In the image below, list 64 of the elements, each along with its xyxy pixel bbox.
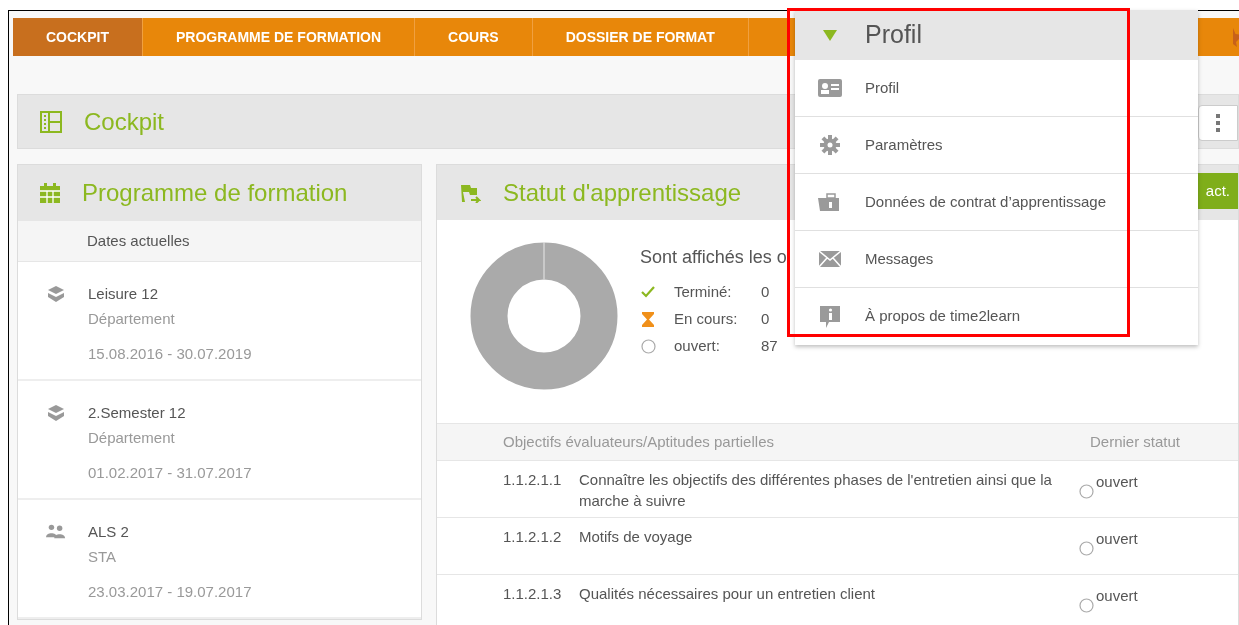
menu-item[interactable]: Paramètres <box>795 117 1198 174</box>
briefcase-icon <box>818 192 842 212</box>
mail-icon <box>819 251 841 267</box>
layers-icon <box>47 404 65 422</box>
panel-title: Programme de formation <box>82 177 348 208</box>
empty-circle-icon <box>1079 541 1094 556</box>
empty-circle-icon <box>1079 598 1094 613</box>
section-header: Dates actuelles <box>87 230 190 251</box>
row-number: 1.1.2.1.3 <box>503 584 563 604</box>
item-type: Département <box>88 428 176 448</box>
item-dates: 01.02.2017 - 31.07.2017 <box>88 463 252 483</box>
page-title: Cockpit <box>84 106 165 137</box>
menu-item[interactable]: Données de contrat d’apprentissage <box>795 174 1198 231</box>
legend-count: 0 <box>761 281 770 302</box>
table-row[interactable]: 1.1.2.1.1 Connaître les objectifs des différentes phases de l'entretien ainsi que la marche à suivre ouvert <box>437 461 1238 518</box>
empty-circle-icon <box>640 338 656 354</box>
legend-count: 87 <box>761 335 778 356</box>
hourglass-icon <box>642 311 654 327</box>
legend-label: ouvert: <box>674 335 721 356</box>
info-icon <box>820 305 840 328</box>
status-text: ouvert <box>1096 473 1138 491</box>
item-name: 2.Semester 12 <box>88 403 187 423</box>
legend-label: Terminé: <box>674 281 733 302</box>
status-text: ouvert <box>1096 530 1138 548</box>
empty-circle-icon <box>1079 484 1094 499</box>
programme-item[interactable]: Leisure 12 Département 15.08.2016 - 30.07.2019 <box>18 262 421 381</box>
row-text: Qualités nécessaires pour un entretien client <box>579 584 876 604</box>
nav-tab[interactable]: COCKPIT <box>13 18 143 56</box>
item-dates: 15.08.2016 - 30.07.2019 <box>88 344 252 364</box>
row-number: 1.1.2.1.1 <box>503 470 563 490</box>
row-number: 1.1.2.1.2 <box>503 527 563 547</box>
item-dates: 23.03.2017 - 19.07.2017 <box>88 582 252 602</box>
menu-item[interactable]: Profil <box>795 60 1198 117</box>
column-header: Dernier statut <box>1090 431 1181 452</box>
more-button[interactable] <box>1198 105 1238 141</box>
status-text: ouvert <box>1096 587 1138 605</box>
check-icon <box>641 286 655 298</box>
settings-icon <box>820 135 840 155</box>
menu-item[interactable]: À propos de time2learn <box>795 288 1198 345</box>
people-icon <box>46 523 66 539</box>
programme-item[interactable]: ALS 2 STA 23.03.2017 - 19.07.2017 <box>18 500 421 619</box>
legend-label: En cours: <box>674 308 739 329</box>
menu-item[interactable]: Messages <box>795 231 1198 288</box>
flag-icon <box>459 182 481 203</box>
programme-item[interactable]: 2.Semester 12 Département 01.02.2017 - 31.07.2017 <box>18 381 421 500</box>
menu-title: Profil <box>865 19 922 51</box>
id-card-icon <box>818 79 842 97</box>
column-header: Objectifs évaluateurs/Aptitudes partielles <box>503 431 775 452</box>
summary-text: Sont affichés les o <box>640 246 787 269</box>
layers-icon <box>47 285 65 303</box>
calendar-icon <box>40 182 60 203</box>
legend-count: 0 <box>761 308 770 329</box>
item-type: STA <box>88 547 118 567</box>
caret-icon <box>823 29 837 41</box>
item-name: Leisure 12 <box>88 284 160 304</box>
panel-title: Statut d'apprentissage <box>503 177 742 208</box>
table-row[interactable]: 1.1.2.1.2 Motifs de voyage ouvert <box>437 518 1238 575</box>
item-name: ALS 2 <box>88 522 130 542</box>
item-type: Département <box>88 309 176 329</box>
dashboard-icon <box>40 110 62 133</box>
more-vertical-icon <box>1216 114 1220 132</box>
row-text: Motifs de voyage <box>579 527 694 547</box>
row-text: Connaître les objectifs des différentes phases de l'entretien ainsi que la marche à suivre <box>579 470 1053 511</box>
table-row[interactable]: 1.1.2.1.3 Qualités nécessaires pour un entretien client ouvert <box>437 575 1238 625</box>
